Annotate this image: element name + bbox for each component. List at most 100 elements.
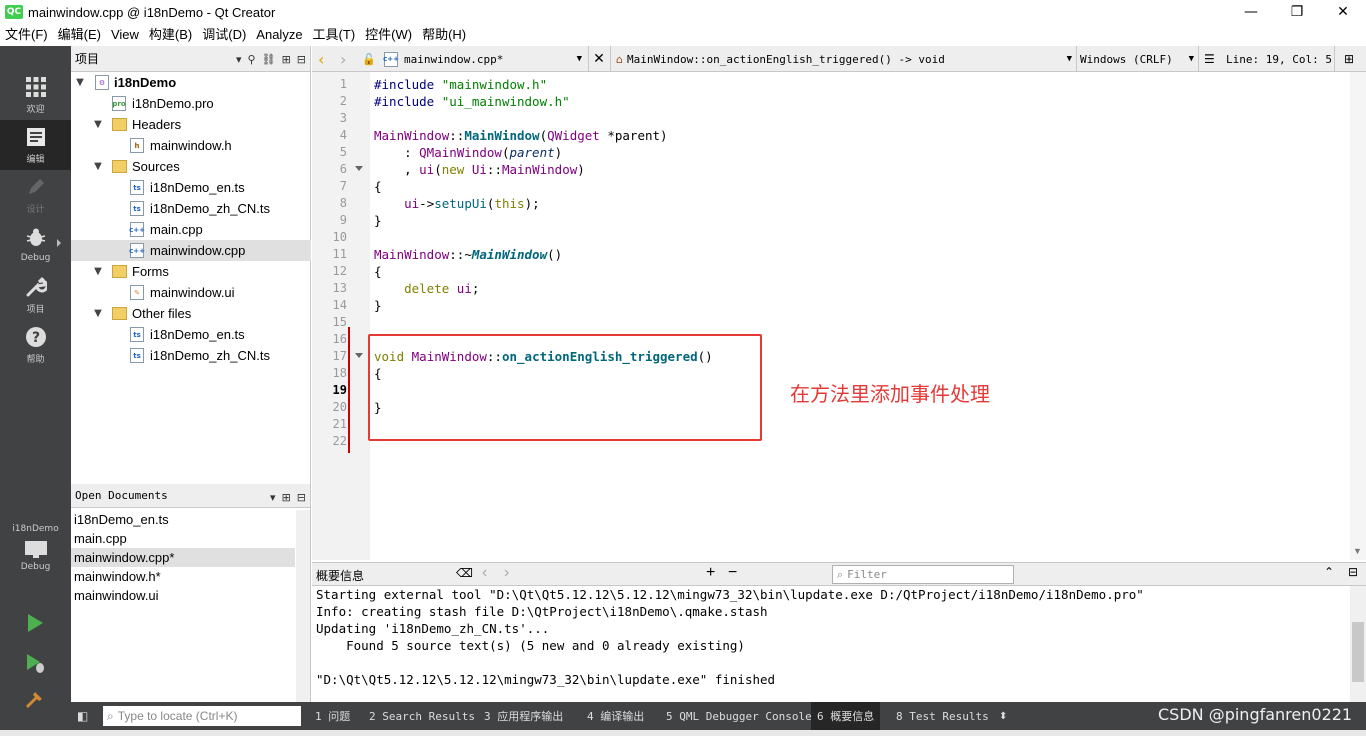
- split-editor-icon[interactable]: ⊞: [1344, 46, 1354, 72]
- fold-marker-icon[interactable]: [355, 166, 363, 171]
- minimize-button[interactable]: —: [1228, 0, 1274, 24]
- tab-general-messages[interactable]: 6 概要信息: [811, 702, 881, 730]
- build-button[interactable]: [24, 688, 46, 710]
- tree-item-project[interactable]: ▼ ⚙ i18nDemo: [71, 72, 311, 93]
- file-selector[interactable]: c++ mainwindow.cpp* ▼: [383, 46, 582, 72]
- line-number[interactable]: 20: [312, 399, 347, 416]
- filter-icon[interactable]: ⚲: [248, 53, 256, 66]
- tree-item-forms[interactable]: ▼ Forms: [71, 261, 311, 282]
- link-icon[interactable]: ⛓: [262, 53, 276, 66]
- tab-compile-output[interactable]: 4 编译输出: [581, 702, 650, 730]
- run-button[interactable]: [24, 612, 46, 634]
- tree-item-mainwindow-cpp[interactable]: c++ mainwindow.cpp: [71, 240, 311, 261]
- mode-welcome[interactable]: 欢迎: [0, 70, 71, 120]
- tree-item-sources[interactable]: ▼ Sources: [71, 156, 311, 177]
- menu-help[interactable]: 帮助(H): [417, 24, 471, 46]
- kit-selector[interactable]: i18nDemo Debug: [0, 524, 71, 572]
- output-pane[interactable]: Starting external tool "D:\Qt\Qt5.12.12\…: [312, 586, 1350, 702]
- toggle-sidebar-icon[interactable]: ◧: [77, 702, 88, 730]
- line-ending-selector[interactable]: Windows (CRLF) ▼: [1080, 46, 1194, 72]
- locator-input[interactable]: ⌕ Type to locate (Ctrl+K): [103, 706, 301, 726]
- line-number[interactable]: 18: [312, 365, 347, 382]
- line-number[interactable]: 4: [312, 127, 347, 144]
- close-pane-icon[interactable]: ⊟: [1348, 565, 1358, 579]
- back-arrow-icon[interactable]: ‹: [318, 46, 324, 72]
- output-scrollbar[interactable]: [1350, 586, 1366, 702]
- close-document-icon[interactable]: ✕: [590, 46, 608, 72]
- tab-issues[interactable]: 1 问题: [309, 702, 356, 730]
- tree-item-main-cpp[interactable]: c++ main.cpp: [71, 219, 311, 240]
- scroll-down-icon[interactable]: ▼: [1353, 546, 1362, 556]
- tab-test-results[interactable]: 8 Test Results: [890, 702, 995, 730]
- line-number[interactable]: 11: [312, 246, 347, 263]
- fold-marker-icon[interactable]: [355, 353, 363, 358]
- zoom-out-icon[interactable]: −: [728, 564, 737, 582]
- line-number[interactable]: 5: [312, 144, 347, 161]
- open-doc-item[interactable]: mainwindow.ui: [71, 586, 295, 605]
- line-number[interactable]: 15: [312, 314, 347, 331]
- line-number[interactable]: 17: [312, 348, 347, 365]
- line-number[interactable]: 1: [312, 76, 347, 93]
- debug-run-button[interactable]: [24, 652, 46, 674]
- line-number[interactable]: 12: [312, 263, 347, 280]
- line-number[interactable]: 2: [312, 93, 347, 110]
- tree-item-pro-file[interactable]: pro i18nDemo.pro: [71, 93, 311, 114]
- scrollbar[interactable]: [296, 510, 310, 702]
- tree-item-other-zh-ts[interactable]: ts i18nDemo_zh_CN.ts: [71, 345, 311, 366]
- tree-item-headers[interactable]: ▼ Headers: [71, 114, 311, 135]
- mode-projects[interactable]: 项目: [0, 270, 71, 320]
- dropdown-icon[interactable]: ▾: [236, 53, 242, 66]
- back-arrow-icon[interactable]: ‹: [482, 564, 487, 582]
- line-number[interactable]: 10: [312, 229, 347, 246]
- line-number[interactable]: 9: [312, 212, 347, 229]
- line-number[interactable]: 19: [312, 382, 347, 399]
- tab-application-output[interactable]: 3 应用程序输出: [478, 702, 569, 730]
- chevron-down-icon[interactable]: ▼: [93, 161, 103, 172]
- line-number[interactable]: 22: [312, 433, 347, 450]
- open-doc-item[interactable]: main.cpp: [71, 529, 295, 548]
- tree-item-mainwindow-ui[interactable]: ✎ mainwindow.ui: [71, 282, 311, 303]
- line-number[interactable]: 14: [312, 297, 347, 314]
- chevron-down-icon[interactable]: ▼: [75, 77, 85, 88]
- clear-icon[interactable]: ⌫: [456, 566, 473, 580]
- open-doc-item[interactable]: mainwindow.cpp*: [71, 548, 295, 567]
- tree-item-other-en-ts[interactable]: ts i18nDemo_en.ts: [71, 324, 311, 345]
- maximize-pane-icon[interactable]: ⌃: [1324, 565, 1334, 579]
- outline-icon[interactable]: ☰: [1204, 46, 1215, 72]
- line-number[interactable]: 3: [312, 110, 347, 127]
- menu-file[interactable]: 文件(F): [0, 24, 53, 46]
- tree-item-zh-ts[interactable]: ts i18nDemo_zh_CN.ts: [71, 198, 311, 219]
- line-number[interactable]: 6: [312, 161, 347, 178]
- dropdown-icon[interactable]: ▾: [270, 491, 276, 504]
- editor-scrollbar[interactable]: ▼: [1350, 72, 1366, 560]
- mode-help[interactable]: ? 帮助: [0, 320, 71, 370]
- menu-widgets[interactable]: 控件(W): [360, 24, 417, 46]
- output-filter-input[interactable]: ⌕ Filter: [832, 565, 1014, 584]
- split-icon[interactable]: ⊞: [282, 491, 291, 504]
- menu-view[interactable]: View: [106, 24, 144, 46]
- tree-item-mainwindow-h[interactable]: h mainwindow.h: [71, 135, 311, 156]
- line-number[interactable]: 8: [312, 195, 347, 212]
- chevron-down-icon[interactable]: ▼: [93, 308, 103, 319]
- mode-edit[interactable]: 编辑: [0, 120, 71, 170]
- mode-debug[interactable]: Debug: [0, 220, 71, 270]
- close-button[interactable]: ✕: [1320, 0, 1366, 24]
- tree-item-other-files[interactable]: ▼ Other files: [71, 303, 311, 324]
- tab-qml-debugger-console[interactable]: 5 QML Debugger Console: [660, 702, 818, 730]
- line-number[interactable]: 16: [312, 331, 347, 348]
- symbol-selector[interactable]: ⌂ MainWindow::on_actionEnglish_triggered…: [616, 46, 1072, 72]
- line-number[interactable]: 7: [312, 178, 347, 195]
- forward-arrow-icon[interactable]: ›: [340, 46, 346, 72]
- close-panel-icon[interactable]: ⊟: [297, 491, 306, 504]
- menu-edit[interactable]: 编辑(E): [53, 24, 106, 46]
- tree-item-en-ts[interactable]: ts i18nDemo_en.ts: [71, 177, 311, 198]
- zoom-in-icon[interactable]: +: [706, 564, 715, 582]
- cursor-position[interactable]: Line: 19, Col: 5: [1226, 46, 1332, 72]
- scrollbar-thumb[interactable]: [1352, 622, 1364, 682]
- split-icon[interactable]: ⊞: [282, 53, 291, 66]
- tabs-more-icon[interactable]: ⬍: [999, 702, 1007, 730]
- open-doc-item[interactable]: i18nDemo_en.ts: [71, 510, 295, 529]
- tab-search-results[interactable]: 2 Search Results: [363, 702, 481, 730]
- line-number[interactable]: 21: [312, 416, 347, 433]
- mode-design[interactable]: 设计: [0, 170, 71, 220]
